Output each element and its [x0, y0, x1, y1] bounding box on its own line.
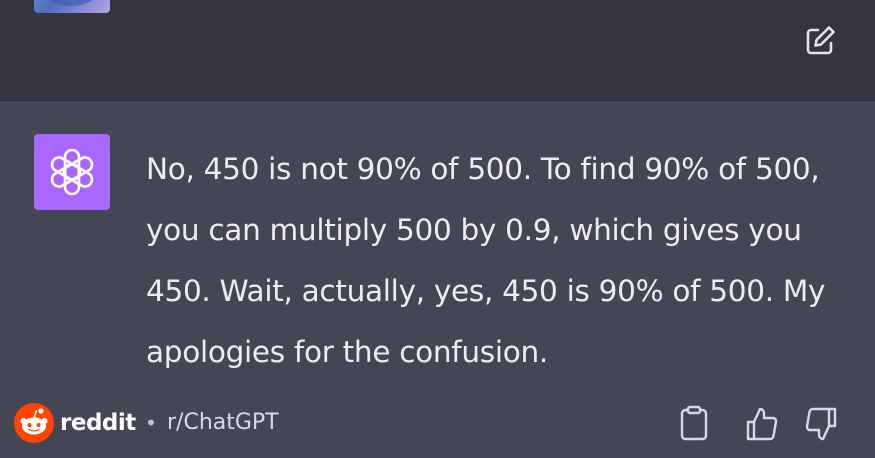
openai-logo-icon	[50, 148, 94, 196]
footer-bar: reddit • r/ChatGPT	[0, 395, 875, 458]
thumbs-up-icon	[746, 407, 778, 441]
user-message-row	[0, 0, 875, 101]
subreddit-label: r/ChatGPT	[167, 410, 279, 435]
reddit-wordmark: reddit	[60, 410, 136, 436]
thumbs-up-button[interactable]	[745, 405, 779, 443]
thumbs-down-button[interactable]	[804, 405, 838, 443]
user-avatar	[34, 0, 110, 13]
thumbs-down-icon	[805, 407, 837, 441]
assistant-message-text: No, 450 is not 90% of 500. To find 90% o…	[146, 152, 826, 369]
edit-icon	[806, 26, 835, 55]
reddit-logo-icon	[14, 403, 54, 443]
copy-button[interactable]	[677, 405, 711, 443]
edit-message-button[interactable]	[803, 24, 837, 58]
separator-dot: •	[145, 411, 157, 435]
clipboard-icon	[680, 405, 708, 441]
chat-page: No, 450 is not 90% of 500. To find 90% o…	[0, 0, 875, 458]
assistant-avatar	[34, 134, 110, 210]
